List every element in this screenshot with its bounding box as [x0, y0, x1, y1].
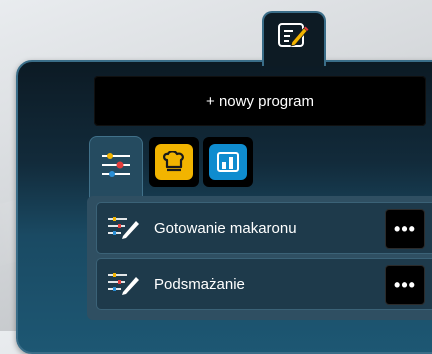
edit-tab-merge — [264, 58, 320, 66]
program-row[interactable]: Podsmażanie ••• — [96, 258, 432, 310]
chef-hat-icon — [163, 151, 184, 172]
program-edit-icon — [108, 217, 139, 239]
program-row[interactable]: Gotowanie makaronu ••• — [96, 202, 432, 254]
sliders-icon — [102, 153, 130, 177]
category-tab-stats[interactable] — [203, 137, 253, 187]
new-program-button[interactable]: + nowy program — [94, 76, 426, 126]
more-options-button[interactable]: ••• — [385, 209, 425, 249]
more-dots-icon: ••• — [394, 218, 416, 239]
more-dots-icon: ••• — [394, 274, 416, 295]
edit-note-icon[interactable] — [276, 20, 310, 52]
program-list: Gotowanie makaronu ••• Podsmażanie ••• — [87, 196, 432, 320]
bar-chart-icon — [217, 152, 239, 172]
program-edit-icon — [108, 273, 139, 295]
new-program-label: + nowy program — [206, 92, 314, 110]
program-label: Podsmażanie — [154, 275, 245, 293]
program-label: Gotowanie makaronu — [154, 219, 297, 237]
category-tab-chef[interactable] — [149, 137, 199, 187]
more-options-button[interactable]: ••• — [385, 265, 425, 305]
